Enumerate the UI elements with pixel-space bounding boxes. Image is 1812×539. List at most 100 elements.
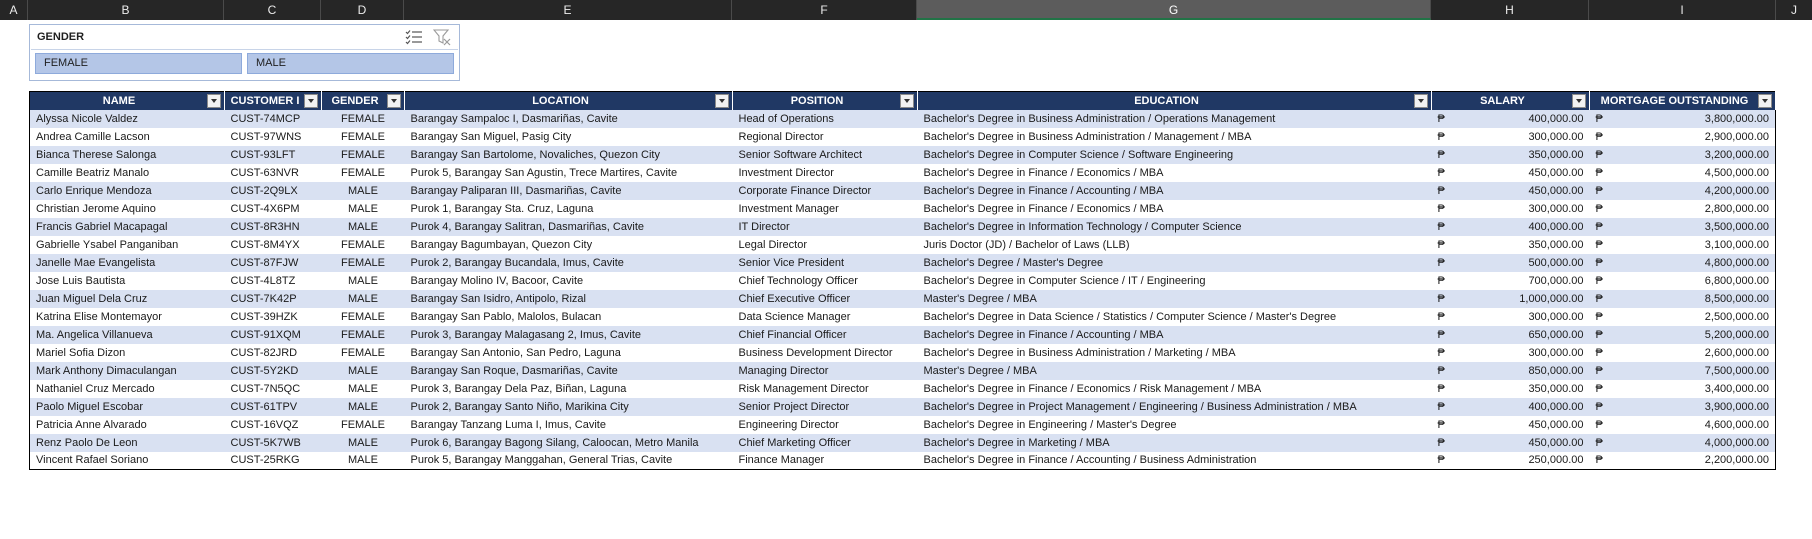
cell-location[interactable]: Barangay Paliparan III, Dasmariñas, Cavi…	[404, 181, 733, 200]
cell-customer-id[interactable]: CUST-8R3HN	[224, 217, 322, 236]
cell-gender[interactable]: FEMALE	[321, 109, 405, 128]
cell-salary[interactable]: ₱ 400,000.00	[1431, 109, 1590, 128]
filter-dropdown-icon[interactable]	[304, 94, 318, 108]
cell-name[interactable]: Paolo Miguel Escobar	[29, 397, 225, 416]
cell-location[interactable]: Barangay San Pablo, Malolos, Bulacan	[404, 307, 733, 326]
cell-gender[interactable]: MALE	[321, 397, 405, 416]
cell-salary[interactable]: ₱ 500,000.00	[1431, 253, 1590, 272]
cell-position[interactable]: Chief Executive Officer	[732, 289, 918, 308]
cell-location[interactable]: Purok 2, Barangay Santo Niño, Marikina C…	[404, 397, 733, 416]
cell-customer-id[interactable]: CUST-7K42P	[224, 289, 322, 308]
cell-education[interactable]: Bachelor's Degree in Finance / Accountin…	[917, 181, 1432, 200]
cell-education[interactable]: Bachelor's Degree in Marketing / MBA	[917, 433, 1432, 452]
cell-gender[interactable]: MALE	[321, 361, 405, 380]
cell-location[interactable]: Purok 1, Barangay Sta. Cruz, Laguna	[404, 199, 733, 218]
cell-gender[interactable]: MALE	[321, 199, 405, 218]
clear-filter-icon[interactable]	[433, 28, 451, 46]
cell-salary[interactable]: ₱ 650,000.00	[1431, 325, 1590, 344]
cell-salary[interactable]: ₱ 450,000.00	[1431, 163, 1590, 182]
header-gender[interactable]: GENDER	[321, 91, 405, 110]
cell-location[interactable]: Purok 3, Barangay Dela Paz, Biñan, Lagun…	[404, 379, 733, 398]
cell-customer-id[interactable]: CUST-97WNS	[224, 127, 322, 146]
cell-salary[interactable]: ₱ 450,000.00	[1431, 181, 1590, 200]
cell-customer-id[interactable]: CUST-4X6PM	[224, 199, 322, 218]
cell-customer-id[interactable]: CUST-74MCP	[224, 109, 322, 128]
cell-position[interactable]: Corporate Finance Director	[732, 181, 918, 200]
cell-name[interactable]: Christian Jerome Aquino	[29, 199, 225, 218]
cell-position[interactable]: Risk Management Director	[732, 379, 918, 398]
cell-position[interactable]: Finance Manager	[732, 451, 918, 470]
column-header-i[interactable]: I	[1589, 0, 1776, 20]
cell-customer-id[interactable]: CUST-5Y2KD	[224, 361, 322, 380]
cell-name[interactable]: Mark Anthony Dimaculangan	[29, 361, 225, 380]
cell-position[interactable]: Business Development Director	[732, 343, 918, 362]
cell-name[interactable]: Andrea Camille Lacson	[29, 127, 225, 146]
cell-name[interactable]: Ma. Angelica Villanueva	[29, 325, 225, 344]
cell-mortgage-outstanding[interactable]: ₱ 4,000,000.00	[1589, 433, 1776, 452]
header-position[interactable]: POSITION	[732, 91, 918, 110]
cell-position[interactable]: Data Science Manager	[732, 307, 918, 326]
cell-education[interactable]: Bachelor's Degree in Engineering / Maste…	[917, 415, 1432, 434]
cell-name[interactable]: Francis Gabriel Macapagal	[29, 217, 225, 236]
cell-customer-id[interactable]: CUST-63NVR	[224, 163, 322, 182]
cell-customer-id[interactable]: CUST-87FJW	[224, 253, 322, 272]
cell-mortgage-outstanding[interactable]: ₱ 3,800,000.00	[1589, 109, 1776, 128]
filter-dropdown-icon[interactable]	[387, 94, 401, 108]
cell-position[interactable]: Senior Project Director	[732, 397, 918, 416]
cell-mortgage-outstanding[interactable]: ₱ 2,900,000.00	[1589, 127, 1776, 146]
cell-mortgage-outstanding[interactable]: ₱ 2,500,000.00	[1589, 307, 1776, 326]
cell-customer-id[interactable]: CUST-25RKG	[224, 451, 322, 470]
cell-name[interactable]: Vincent Rafael Soriano	[29, 451, 225, 470]
column-header-f[interactable]: F	[732, 0, 917, 20]
cell-location[interactable]: Barangay Bagumbayan, Quezon City	[404, 235, 733, 254]
cell-education[interactable]: Bachelor's Degree in Information Technol…	[917, 217, 1432, 236]
header-location[interactable]: LOCATION	[404, 91, 733, 110]
cell-name[interactable]: Renz Paolo De Leon	[29, 433, 225, 452]
cell-customer-id[interactable]: CUST-2Q9LX	[224, 181, 322, 200]
cell-salary[interactable]: ₱ 1,000,000.00	[1431, 289, 1590, 308]
column-header-d[interactable]: D	[321, 0, 404, 20]
column-header-h[interactable]: H	[1431, 0, 1589, 20]
cell-customer-id[interactable]: CUST-4L8TZ	[224, 271, 322, 290]
cell-education[interactable]: Bachelor's Degree in Computer Science / …	[917, 271, 1432, 290]
cell-name[interactable]: Mariel Sofia Dizon	[29, 343, 225, 362]
cell-name[interactable]: Carlo Enrique Mendoza	[29, 181, 225, 200]
cell-mortgage-outstanding[interactable]: ₱ 2,200,000.00	[1589, 451, 1776, 470]
column-header-b[interactable]: B	[28, 0, 224, 20]
cell-salary[interactable]: ₱ 350,000.00	[1431, 235, 1590, 254]
cell-education[interactable]: Juris Doctor (JD) / Bachelor of Laws (LL…	[917, 235, 1432, 254]
column-header-c[interactable]: C	[224, 0, 321, 20]
cell-customer-id[interactable]: CUST-8M4YX	[224, 235, 322, 254]
cell-mortgage-outstanding[interactable]: ₱ 3,400,000.00	[1589, 379, 1776, 398]
cell-position[interactable]: Managing Director	[732, 361, 918, 380]
cell-position[interactable]: Chief Financial Officer	[732, 325, 918, 344]
cell-location[interactable]: Barangay San Isidro, Antipolo, Rizal	[404, 289, 733, 308]
cell-education[interactable]: Bachelor's Degree in Data Science / Stat…	[917, 307, 1432, 326]
cell-education[interactable]: Master's Degree / MBA	[917, 289, 1432, 308]
cell-customer-id[interactable]: CUST-91XQM	[224, 325, 322, 344]
cell-position[interactable]: Senior Vice President	[732, 253, 918, 272]
cell-salary[interactable]: ₱ 300,000.00	[1431, 127, 1590, 146]
cell-mortgage-outstanding[interactable]: ₱ 3,100,000.00	[1589, 235, 1776, 254]
cell-gender[interactable]: MALE	[321, 181, 405, 200]
cell-gender[interactable]: FEMALE	[321, 253, 405, 272]
cell-mortgage-outstanding[interactable]: ₱ 6,800,000.00	[1589, 271, 1776, 290]
cell-customer-id[interactable]: CUST-61TPV	[224, 397, 322, 416]
cell-gender[interactable]: MALE	[321, 289, 405, 308]
cell-customer-id[interactable]: CUST-5K7WB	[224, 433, 322, 452]
cell-gender[interactable]: FEMALE	[321, 163, 405, 182]
cell-position[interactable]: Investment Director	[732, 163, 918, 182]
cell-salary[interactable]: ₱ 450,000.00	[1431, 415, 1590, 434]
cell-location[interactable]: Barangay San Miguel, Pasig City	[404, 127, 733, 146]
cell-name[interactable]: Camille Beatriz Manalo	[29, 163, 225, 182]
cell-education[interactable]: Bachelor's Degree in Finance / Accountin…	[917, 451, 1432, 470]
cell-mortgage-outstanding[interactable]: ₱ 2,600,000.00	[1589, 343, 1776, 362]
cell-location[interactable]: Purok 5, Barangay San Agustin, Trece Mar…	[404, 163, 733, 182]
cell-location[interactable]: Purok 6, Barangay Bagong Silang, Calooca…	[404, 433, 733, 452]
cell-education[interactable]: Bachelor's Degree in Business Administra…	[917, 109, 1432, 128]
filter-dropdown-icon[interactable]	[715, 94, 729, 108]
cell-gender[interactable]: MALE	[321, 217, 405, 236]
header-salary[interactable]: SALARY	[1431, 91, 1590, 110]
cell-gender[interactable]: FEMALE	[321, 235, 405, 254]
cell-mortgage-outstanding[interactable]: ₱ 8,500,000.00	[1589, 289, 1776, 308]
